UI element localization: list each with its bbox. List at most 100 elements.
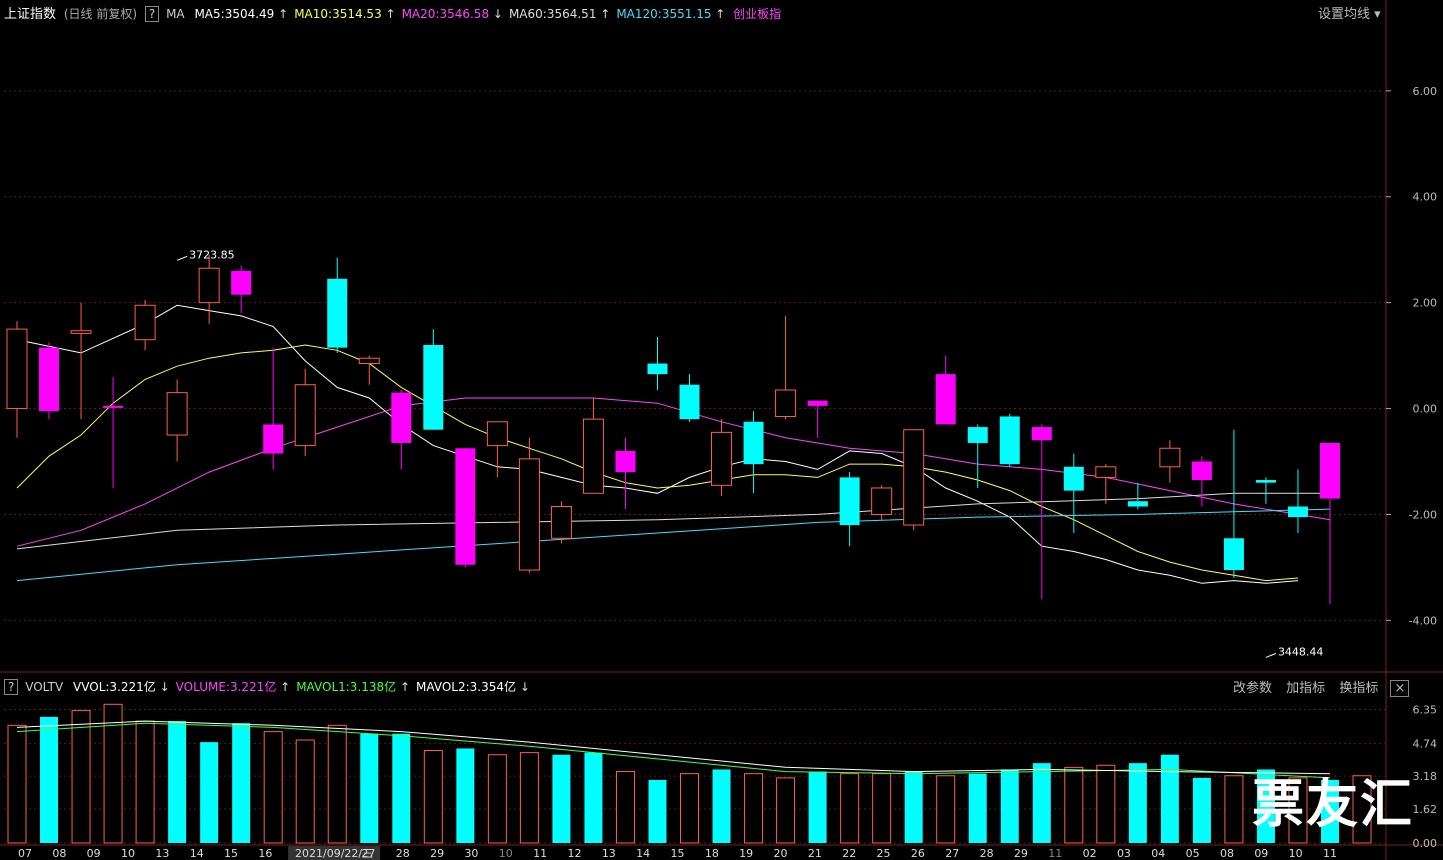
volume-bar xyxy=(519,752,539,844)
candle-body xyxy=(647,363,668,375)
volume-bar xyxy=(584,752,603,843)
volume-bar xyxy=(232,723,251,843)
candle-body xyxy=(1031,427,1052,441)
x-tick-label: 08 xyxy=(52,847,66,860)
volume-bar xyxy=(615,771,635,844)
candle-body xyxy=(743,421,764,465)
candle-body xyxy=(134,304,156,341)
candle-body xyxy=(1320,442,1340,499)
candle-body xyxy=(455,448,476,565)
x-tick-label: 27 xyxy=(945,847,959,860)
x-tick-label: 21 xyxy=(808,847,822,860)
volume-bar xyxy=(648,779,667,843)
volume-bar xyxy=(1224,775,1244,844)
candle-body xyxy=(6,328,28,410)
x-tick-label: 28 xyxy=(980,847,994,860)
volume-bar xyxy=(392,733,411,843)
volume-bar xyxy=(1128,763,1147,843)
candle-body xyxy=(935,374,956,425)
volume-bar xyxy=(936,775,956,844)
volume-bar xyxy=(7,724,27,844)
ma-line-ma20 xyxy=(16,397,1331,547)
volume-bar xyxy=(1032,763,1051,843)
candle-body xyxy=(1159,447,1181,468)
volume-bar xyxy=(552,754,571,843)
y-tick-label: 4.00 xyxy=(1413,191,1438,204)
price-annotation: 3448.44 xyxy=(1278,645,1324,658)
x-tick-label: 15 xyxy=(671,847,685,860)
volume-bar xyxy=(1064,766,1084,844)
x-tick-label: 13 xyxy=(155,847,169,860)
volume-bar xyxy=(71,710,91,844)
volume-bar xyxy=(135,720,155,844)
x-tick-label: 03 xyxy=(1117,847,1131,860)
candle-body xyxy=(358,357,380,365)
x-tick-label: 20 xyxy=(774,847,788,860)
candle-body xyxy=(1255,480,1276,483)
candle-body xyxy=(166,392,188,436)
x-tick-label: 29 xyxy=(430,847,444,860)
candle-body xyxy=(999,416,1020,465)
candle-body xyxy=(967,427,988,443)
volume-bar xyxy=(168,721,187,843)
x-tick-label: 09 xyxy=(87,847,101,860)
candle-body xyxy=(839,477,860,526)
x-tick-label: 10 xyxy=(121,847,135,860)
x-tick-label: 05 xyxy=(1186,847,1200,860)
volume-tick-label: 3.18 xyxy=(1413,770,1438,783)
volume-bar xyxy=(840,773,860,844)
volume-bar xyxy=(1096,764,1116,844)
candle-body xyxy=(903,429,925,526)
volume-bar xyxy=(968,773,987,843)
volume-bar xyxy=(263,731,283,844)
candle-body xyxy=(294,384,316,447)
x-tick-label: 09 xyxy=(1254,847,1268,860)
volume-bar xyxy=(40,716,59,843)
candle-body xyxy=(231,270,252,295)
candlestick-chart[interactable]: 6.00 4.00 2.00 0.00 -2.00 -4.00 6.35 4.74 3.18 1.… xyxy=(0,0,1443,860)
x-tick-label: 11 xyxy=(1323,847,1337,860)
volume-bar xyxy=(872,773,892,844)
volume-bar xyxy=(1160,754,1179,843)
candle-body xyxy=(582,418,604,494)
candle-body xyxy=(807,400,828,406)
annotation-pointer xyxy=(1265,652,1277,658)
candle-body xyxy=(615,450,636,473)
volume-tick-label: 4.74 xyxy=(1413,737,1438,750)
y-tick-label: -2.00 xyxy=(1409,508,1437,521)
x-tick-label: 19 xyxy=(739,847,753,860)
annotation-pointer xyxy=(176,255,188,261)
candle-body xyxy=(1191,461,1212,481)
volume-bar xyxy=(776,777,796,844)
x-tick-label: 22 xyxy=(842,847,856,860)
volume-tick-label: 0.00 xyxy=(1413,837,1438,850)
x-tick-label: 12 xyxy=(567,847,581,860)
candle-body xyxy=(1063,466,1084,491)
volume-bar xyxy=(1000,769,1019,843)
x-tick-label: 10 xyxy=(1289,847,1303,860)
candle-body xyxy=(871,487,893,515)
volume-bar xyxy=(1192,777,1211,843)
y-tick-label: -4.00 xyxy=(1409,614,1437,627)
volume-bar xyxy=(295,739,315,844)
volume-bar xyxy=(808,771,827,843)
candle-body xyxy=(1223,538,1244,571)
x-tick-label: 25 xyxy=(877,847,891,860)
candle-body xyxy=(39,347,60,412)
volume-tick-label: 6.35 xyxy=(1413,704,1438,717)
candle-body xyxy=(711,431,733,486)
volume-bar xyxy=(360,733,379,843)
x-tick-label: 10 xyxy=(499,847,513,860)
x-tick-label: 13 xyxy=(602,847,616,860)
candle-body xyxy=(198,267,220,304)
candle-body xyxy=(1095,466,1117,478)
price-annotation: 3723.85 xyxy=(189,248,235,261)
volume-tick-label: 1.62 xyxy=(1413,803,1438,816)
x-tick-label: 04 xyxy=(1151,847,1165,860)
volume-bar xyxy=(327,724,347,844)
volume-bar xyxy=(456,748,475,843)
volume-bar xyxy=(744,773,764,844)
candle-body xyxy=(263,424,284,454)
volume-bar xyxy=(423,750,443,844)
x-tick-label: 29 xyxy=(1014,847,1028,860)
